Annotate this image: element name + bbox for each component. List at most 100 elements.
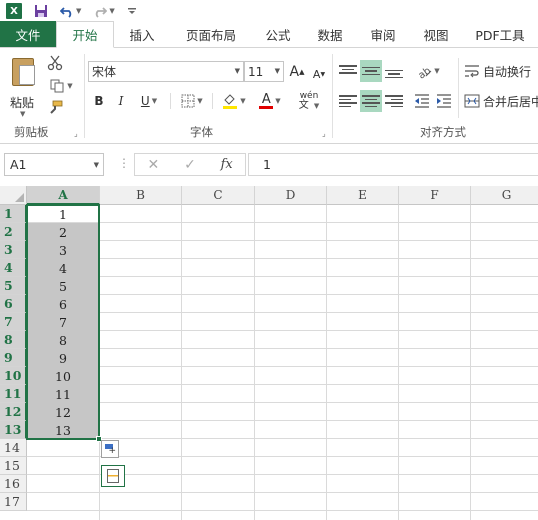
redo-icon[interactable]: ▼ xyxy=(93,4,115,18)
grow-font-button[interactable]: A ▲ xyxy=(288,61,306,83)
enter-icon[interactable]: ✓ xyxy=(172,157,209,173)
phonetic-guide-button[interactable]: wén 文 ▼ xyxy=(294,90,324,112)
undo-icon[interactable]: ▼ xyxy=(60,4,81,18)
clipboard-launcher-icon[interactable]: ⌟ xyxy=(74,129,78,138)
cell-a11[interactable]: 11 xyxy=(27,385,99,403)
gridline xyxy=(326,205,327,520)
row-header-17[interactable]: 17 xyxy=(0,493,27,511)
font-launcher-icon[interactable]: ⌟ xyxy=(322,129,326,138)
row-header-4[interactable]: 4 xyxy=(0,259,27,277)
customize-toolbar-icon[interactable] xyxy=(127,6,137,16)
cell-a8[interactable]: 8 xyxy=(27,331,99,349)
row-header-14[interactable]: 14 xyxy=(0,439,27,457)
row-header-13[interactable]: 13 xyxy=(0,421,27,439)
merge-center-button[interactable]: 合并后居中 xyxy=(464,90,538,112)
column-header-a[interactable]: A xyxy=(27,186,100,205)
font-group-label: 字体 xyxy=(190,125,213,139)
fill-color-button[interactable]: ▼ xyxy=(218,90,250,112)
tab-formulas[interactable]: 公式 xyxy=(252,21,304,47)
underline-button[interactable]: U ▼ xyxy=(134,90,164,112)
row-header-6[interactable]: 6 xyxy=(0,295,27,313)
column-header-b[interactable]: B xyxy=(100,186,182,205)
align-top-button[interactable] xyxy=(338,60,358,82)
row-header-10[interactable]: 10 xyxy=(0,367,27,385)
decrease-indent-icon xyxy=(415,94,429,108)
row-header-5[interactable]: 5 xyxy=(0,277,27,295)
quick-access-toolbar: X ▼ ▼ xyxy=(0,0,538,22)
cell-a2[interactable]: 2 xyxy=(27,223,99,241)
cancel-icon[interactable]: ✕ xyxy=(135,157,172,173)
column-header-g[interactable]: G xyxy=(471,186,538,205)
cell-a9[interactable]: 9 xyxy=(27,349,99,367)
auto-fill-options-icon[interactable]: + xyxy=(101,440,119,458)
formula-bar-resize-handle[interactable]: ⋮ xyxy=(118,156,130,170)
align-right-button[interactable] xyxy=(384,90,404,112)
font-size-combo[interactable]: 11 ▼ xyxy=(244,61,284,82)
column-header-d[interactable]: D xyxy=(255,186,327,205)
bold-button[interactable]: B xyxy=(90,90,108,112)
font-color-button[interactable]: A ▼ xyxy=(254,90,286,112)
name-box[interactable]: A1 ▼ xyxy=(4,153,104,176)
cell-a6[interactable]: 6 xyxy=(27,295,99,313)
tab-view[interactable]: 视图 xyxy=(410,21,462,47)
wrap-text-button[interactable]: 自动换行 xyxy=(464,60,538,82)
cell-a7[interactable]: 7 xyxy=(27,313,99,331)
shrink-font-label: A xyxy=(312,67,321,81)
row-header-9[interactable]: 9 xyxy=(0,349,27,367)
save-icon[interactable] xyxy=(34,4,48,18)
align-bottom-button[interactable] xyxy=(384,60,404,82)
cell-a5[interactable]: 5 xyxy=(27,277,99,295)
align-center-button[interactable] xyxy=(360,90,382,112)
borders-button[interactable]: ▼ xyxy=(176,90,208,112)
formula-input[interactable]: 1 xyxy=(248,153,538,176)
cut-icon[interactable] xyxy=(46,54,64,72)
row-header-15[interactable]: 15 xyxy=(0,457,27,475)
row-header-2[interactable]: 2 xyxy=(0,223,27,241)
select-all-button[interactable] xyxy=(0,186,27,205)
gridline xyxy=(27,276,538,277)
align-left-button[interactable] xyxy=(338,90,358,112)
paste-dropdown-icon[interactable]: ▼ xyxy=(20,110,25,118)
cell-a10[interactable]: 10 xyxy=(27,367,99,385)
cell-a4[interactable]: 4 xyxy=(27,259,99,277)
tab-file[interactable]: 文件 xyxy=(0,21,56,47)
tab-pdf-tools[interactable]: PDF工具 xyxy=(462,21,538,47)
increase-indent-button[interactable] xyxy=(434,90,454,112)
row-header-7[interactable]: 7 xyxy=(0,313,27,331)
format-painter-icon[interactable] xyxy=(46,99,64,117)
row-header-8[interactable]: 8 xyxy=(0,331,27,349)
chevron-down-icon: ▼ xyxy=(274,67,280,75)
decrease-indent-button[interactable] xyxy=(412,90,432,112)
column-header-c[interactable]: C xyxy=(182,186,255,205)
tab-review[interactable]: 审阅 xyxy=(356,21,410,47)
cell-a1[interactable]: 1 xyxy=(27,205,99,223)
italic-button[interactable]: I xyxy=(112,90,130,112)
tab-insert[interactable]: 插入 xyxy=(114,21,170,47)
paste-button[interactable]: 粘贴 ▼ xyxy=(8,56,40,120)
font-name-combo[interactable]: 宋体 ▼ xyxy=(88,61,244,82)
align-middle-button[interactable] xyxy=(360,60,382,82)
insert-function-button[interactable]: fx xyxy=(208,157,245,172)
tab-data[interactable]: 数据 xyxy=(304,21,356,47)
row-header-11[interactable]: 11 xyxy=(0,385,27,403)
quick-analysis-icon[interactable] xyxy=(101,465,125,487)
tab-home[interactable]: 开始 xyxy=(56,21,114,48)
cell-a13[interactable]: 13 xyxy=(27,421,99,439)
column-header-f[interactable]: F xyxy=(399,186,471,205)
grow-font-label: A xyxy=(289,64,300,80)
clipboard-group-label: 剪贴板 xyxy=(14,125,49,139)
divider xyxy=(170,93,171,109)
shrink-font-button[interactable]: A ▼ xyxy=(310,63,328,85)
worksheet-grid[interactable]: A B C D E F G 1 1 2 2 3 3 4 4 5 5 6 6 7 7 8 8 9 9 10 10 11 11 12 12 13 1… xyxy=(0,186,538,520)
row-header-1[interactable]: 1 xyxy=(0,205,27,223)
cell-a3[interactable]: 3 xyxy=(27,241,99,259)
row-header-12[interactable]: 12 xyxy=(0,403,27,421)
copy-icon[interactable]: ▼ xyxy=(46,77,76,95)
column-header-e[interactable]: E xyxy=(327,186,399,205)
tab-page-layout[interactable]: 页面布局 xyxy=(170,21,252,47)
cell-a12[interactable]: 12 xyxy=(27,403,99,421)
row-header-16[interactable]: 16 xyxy=(0,475,27,493)
orientation-button[interactable]: ab ▼ xyxy=(412,60,444,82)
row-header-3[interactable]: 3 xyxy=(0,241,27,259)
gridline xyxy=(27,348,538,349)
